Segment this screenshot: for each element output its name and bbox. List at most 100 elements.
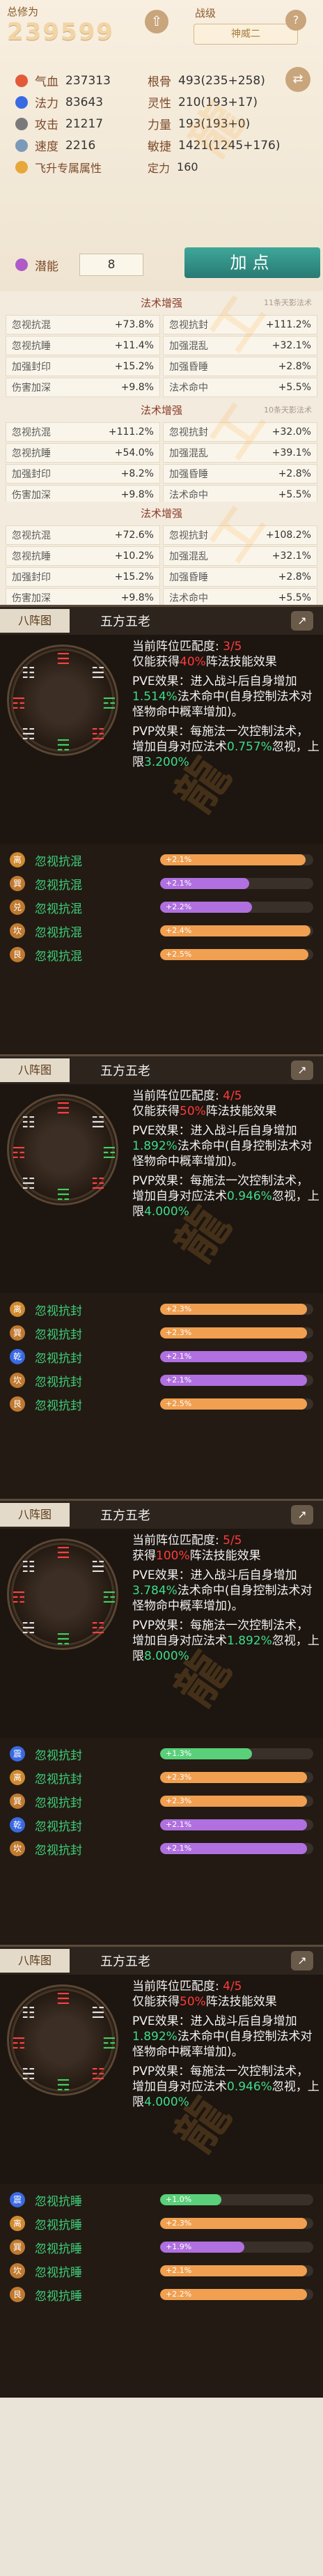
- pvp-value: 0.757%: [227, 740, 272, 754]
- add-point-button[interactable]: 加点: [184, 247, 320, 278]
- upgrade-arrow-icon[interactable]: ⇧: [145, 10, 168, 33]
- enhance-title: 法术增强 11条天影法术: [4, 291, 319, 315]
- position-badge: 离: [10, 2216, 25, 2231]
- position-badge: 兑: [10, 900, 25, 915]
- formation-bar: +2.3%: [160, 1327, 313, 1339]
- enhance-cell: 加强封印 +8.2%: [6, 464, 160, 484]
- formation-row: 震忽视抗睡 +1.0%: [0, 2188, 323, 2212]
- enhance-key: 伤害加深: [12, 490, 51, 501]
- share-icon[interactable]: ↗: [291, 1951, 313, 1970]
- enhance-value: +9.8%: [120, 592, 154, 603]
- share-icon[interactable]: ↗: [291, 611, 313, 631]
- trigram-icon: ☱: [91, 2005, 105, 2022]
- enhance-note: 11条天影法术: [264, 298, 312, 307]
- attribute-name: 灵性: [148, 97, 171, 111]
- attribute-value: 1421(1245+176): [178, 138, 281, 153]
- formation-bar: +1.9%: [160, 2242, 313, 2253]
- formation-attr-name: 忽视抗睡: [35, 2242, 82, 2256]
- formation-bar-label: +1.9%: [166, 2242, 192, 2251]
- formation-wheel: ☰ ☱ ☲ ☳ ☴ ☵ ☶ ☷: [7, 1094, 118, 1205]
- enhance-key: 加强昏睡: [169, 362, 208, 373]
- enhance-cell: 忽视抗封 +108.2%: [163, 525, 317, 545]
- formation-bar-label: +2.5%: [166, 950, 192, 959]
- trigram-icon: ☴: [56, 2077, 70, 2095]
- tab-formation[interactable]: 八阵图: [0, 1503, 70, 1527]
- trigram-icon: ☱: [91, 1114, 105, 1132]
- enhance-title: 法术增强: [4, 502, 319, 525]
- enhance-cell: 加强昏睡 +2.8%: [163, 357, 317, 376]
- formation-description: 当前阵位匹配度: 5/5 获得100%阵法技能效果 PVE效果：进入战斗后自身增…: [132, 1533, 320, 1668]
- help-icon[interactable]: ?: [285, 10, 306, 31]
- formation-bar-label: +2.1%: [166, 855, 192, 864]
- tab-formation[interactable]: 八阵图: [0, 1949, 70, 1973]
- formation-row: 艮忽视抗封 +2.5%: [0, 1392, 323, 1416]
- attribute-grid: 气血 237313 根骨 493(235+258) 法力 83643 灵性 21…: [15, 70, 280, 178]
- attribute-name: 力量: [148, 118, 171, 132]
- formation-bar: +2.5%: [160, 949, 313, 960]
- formation-attr-name: 忽视抗睡: [35, 2289, 82, 2304]
- formation-bar: +2.1%: [160, 1843, 313, 1854]
- position-badge: 艮: [10, 947, 25, 962]
- potential-icon: [15, 259, 28, 271]
- formation-card: 八阵图 五方五老 ↗ ☰ ☱ ☲ ☳ ☴ ☵ ☶ ☷ 当前阵位匹配度: 4/5 仅能获得50%…: [0, 1054, 323, 1499]
- enhance-value: +15.2%: [114, 361, 154, 372]
- potential-label: 潜能: [35, 259, 58, 274]
- formation-rows: 震忽视抗封 +1.3% 离忽视抗封 +2.3% 巽忽视抗封 +2.3% 乾忽视抗封 +2.1%…: [0, 1738, 323, 1860]
- formation-attr-name: 忽视抗封: [35, 1351, 82, 1366]
- formation-rows: 离忽视抗封 +2.3% 巽忽视抗封 +2.3% 乾忽视抗封 +2.1% 坎忽视抗封 +2.1%…: [0, 1293, 323, 1416]
- enhance-cell: 忽视抗混 +72.6%: [6, 525, 160, 545]
- formation-row: 坎忽视抗混 +2.4%: [0, 919, 323, 943]
- enhance-key: 忽视抗睡: [12, 448, 51, 459]
- share-icon[interactable]: ↗: [291, 1505, 313, 1525]
- trigram-icon: ☴: [56, 1631, 70, 1649]
- enhance-row: 忽视抗睡 +54.0% 加强混乱 +39.1%: [4, 443, 319, 463]
- enhance-key: 加强封印: [12, 362, 51, 373]
- enhance-value: +11.4%: [114, 340, 154, 351]
- enhance-note: 10条天影法术: [264, 406, 312, 415]
- formation-title: 五方五老: [100, 1064, 150, 1079]
- pve-value: 1.892%: [132, 1139, 178, 1153]
- match-label: 当前阵位匹配度:: [132, 640, 223, 654]
- enhance-cell: 忽视抗睡 +11.4%: [6, 336, 160, 355]
- enhance-value: +39.1%: [271, 447, 311, 458]
- enhance-key: 忽视抗封: [169, 530, 208, 541]
- swap-icon[interactable]: ⇄: [285, 67, 310, 92]
- fly-attr-value: 160: [177, 160, 198, 173]
- pve-text: PVE效果：进入战斗后自身增加: [132, 674, 297, 688]
- trigram-icon: ☶: [12, 1145, 26, 1162]
- enhance-cell: 加强混乱 +32.1%: [163, 546, 317, 566]
- tab-formation[interactable]: 八阵图: [0, 609, 70, 633]
- enhance-key: 加强混乱: [169, 341, 208, 352]
- enhance-row: 忽视抗睡 +10.2% 加强混乱 +32.1%: [4, 546, 319, 566]
- trigram-icon: ☰: [56, 1545, 70, 1562]
- attribute-row: 攻击 21217 力量 193(193+0): [15, 113, 280, 134]
- formation-body: ☰ ☱ ☲ ☳ ☴ ☵ ☶ ☷ 当前阵位匹配度: 4/5 仅能获得50%阵法技能效果 PVE效…: [0, 1084, 323, 1293]
- enhance-cell: 加强昏睡 +2.8%: [163, 464, 317, 484]
- attribute-cell: 根骨 493(235+258): [148, 72, 280, 90]
- formation-attr-name: 忽视抗封: [35, 1819, 82, 1834]
- enhance-row: 伤害加深 +9.8% 法术命中 +5.5%: [4, 588, 319, 605]
- tab-formation[interactable]: 八阵图: [0, 1058, 70, 1082]
- gain-value: 50%: [180, 1104, 206, 1118]
- attribute-cell: 法力 83643: [15, 93, 148, 111]
- trigram-icon: ☷: [22, 665, 36, 682]
- trigram-icon: ☷: [22, 1114, 36, 1132]
- enhance-row: 忽视抗混 +72.6% 忽视抗封 +108.2%: [4, 525, 319, 545]
- formation-description: 当前阵位匹配度: 4/5 仅能获得50%阵法技能效果 PVE效果：进入战斗后自身…: [132, 1088, 320, 1224]
- formation-bar: +2.1%: [160, 854, 313, 865]
- enhance-row: 加强封印 +15.2% 加强昏睡 +2.8%: [4, 567, 319, 587]
- formation-bar-label: +2.3%: [166, 2219, 192, 2228]
- position-badge: 坎: [10, 2263, 25, 2278]
- enhance-value: +54.0%: [114, 447, 154, 458]
- attribute-value: 83643: [65, 95, 104, 109]
- enhance-row: 忽视抗混 +73.8% 忽视抗封 +111.2%: [4, 315, 319, 334]
- formation-wheel: ☰ ☱ ☲ ☳ ☴ ☵ ☶ ☷: [7, 1984, 118, 2096]
- enhance-key: 加强混乱: [169, 448, 208, 459]
- gain-value: 100%: [156, 1549, 190, 1563]
- stats-panel: 总修为 239599 ⇧ 战级 神威二 ? ⇄ 气血 237313 根骨 493…: [0, 0, 323, 291]
- position-badge: 巽: [10, 876, 25, 891]
- enhance-cell: 法术命中 +5.5%: [163, 588, 317, 605]
- share-icon[interactable]: ↗: [291, 1061, 313, 1080]
- formation-section: 八阵图 五方五老 ↗ ☰ ☱ ☲ ☳ ☴ ☵ ☶ ☷ 当前阵位匹配度: 3/5 仅能获得40%…: [0, 605, 323, 2398]
- pvp-cap: 8.000%: [144, 1649, 189, 1663]
